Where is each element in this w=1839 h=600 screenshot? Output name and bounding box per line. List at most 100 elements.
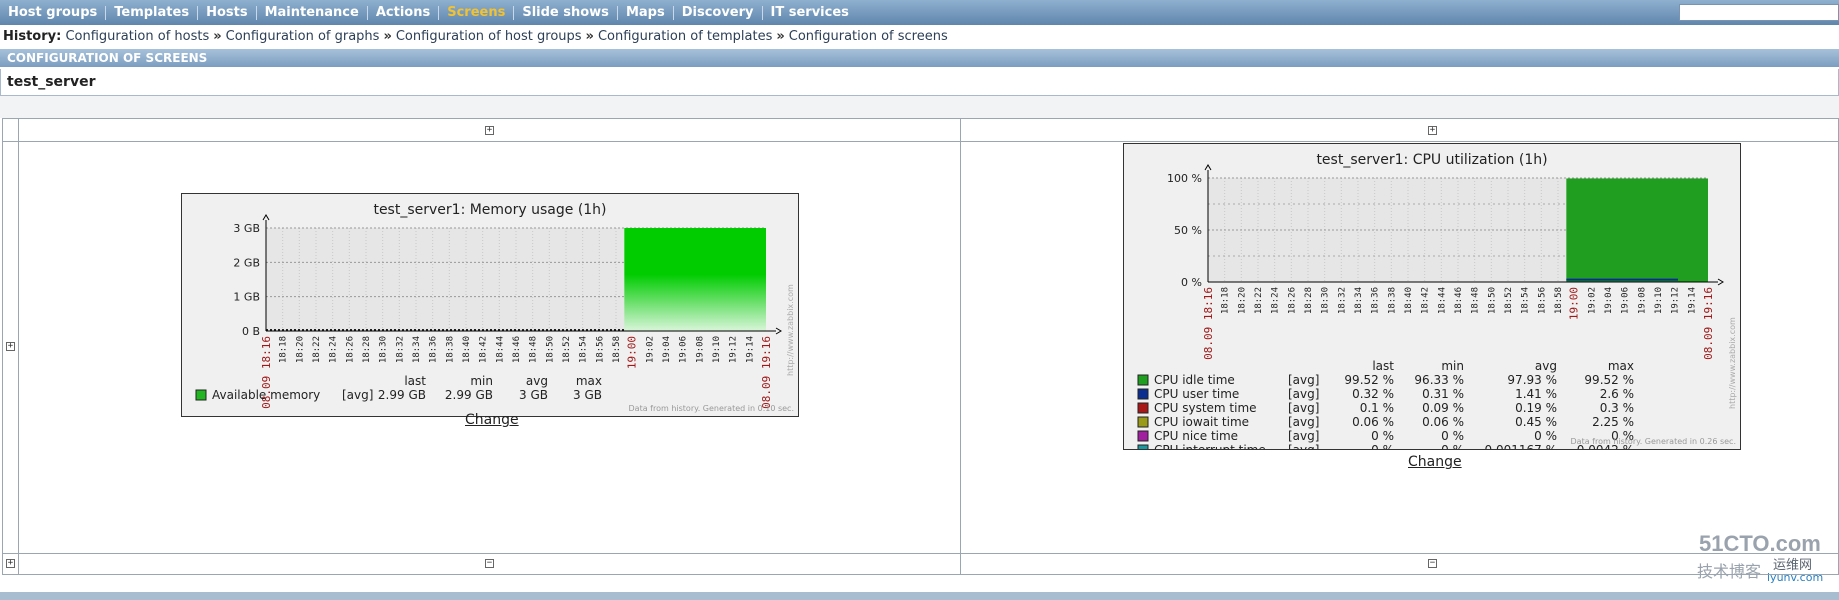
legend-value-max: 2.25 % — [1592, 415, 1634, 429]
legend-column-avg: avg — [1535, 359, 1557, 373]
legend-column-avg: avg — [526, 374, 548, 388]
nav-item-discovery[interactable]: Discovery — [674, 0, 762, 25]
time-tick-label: 18:36 — [429, 336, 439, 363]
legend-value-last: 99.52 % — [1344, 373, 1394, 387]
nav-item-slide-shows[interactable]: Slide shows — [514, 0, 617, 25]
grid-divider — [960, 119, 961, 574]
end-time-label: 08.09 19:16 — [1702, 287, 1715, 360]
legend-column-min: min — [1441, 359, 1464, 373]
watermark-line4: iyunv.com — [1767, 571, 1823, 584]
search-input[interactable] — [1679, 4, 1839, 21]
legend-value-last: 0.1 % — [1360, 401, 1394, 415]
time-tick-label: 18:26 — [1287, 287, 1297, 314]
legend-column-max: max — [1608, 359, 1634, 373]
time-tick-label: 19:02 — [1587, 287, 1597, 314]
legend-value-avg: 0.001167 % — [1485, 443, 1557, 449]
screen-grid: + + + + − − test_server1: Memory usage (… — [2, 118, 1839, 575]
time-tick-label: 18:48 — [529, 336, 539, 363]
change-memory-graph-link[interactable]: Change — [465, 412, 519, 428]
legend-value-min: 0.31 % — [1422, 387, 1464, 401]
y-tick-label: 2 GB — [233, 256, 260, 269]
data-area-cpu-idle-time — [1566, 178, 1708, 282]
time-tick-label: 18:32 — [395, 336, 405, 363]
time-tick-label: 18:52 — [1504, 287, 1514, 314]
add-row-button[interactable]: + — [6, 342, 15, 351]
legend-value-min: 96.33 % — [1414, 373, 1464, 387]
end-time-label: 08.09 19:16 — [760, 336, 773, 409]
legend-value-avg: 97.93 % — [1507, 373, 1557, 387]
add-row-bottom-button[interactable]: + — [6, 559, 15, 568]
site-watermark: 51CTO.com 技术博客 运维网 iyunv.com — [1697, 531, 1823, 584]
time-tick-label: 18:30 — [379, 336, 389, 363]
time-tick-label: 19:00 — [626, 336, 639, 369]
history-breadcrumb: History: Configuration of hosts» Configur… — [0, 27, 1839, 47]
x-axis-arrow — [775, 327, 782, 335]
legend-item-name: Available memory — [212, 388, 320, 402]
legend-item-name: CPU nice time — [1154, 429, 1238, 443]
time-tick-label: 18:42 — [1421, 287, 1431, 314]
graph-footer: Data from history. Generated in 0.10 sec… — [629, 404, 794, 413]
nav-item-it-services[interactable]: IT services — [763, 0, 857, 25]
grid-divider — [3, 141, 1838, 142]
history-link[interactable]: Configuration of hosts — [65, 29, 209, 44]
nav-item-screens[interactable]: Screens — [439, 0, 513, 25]
time-tick-label: 19:02 — [645, 336, 655, 363]
nav-item-maps[interactable]: Maps — [618, 0, 673, 25]
legend-swatch — [195, 389, 207, 401]
legend-value-avg: 0.45 % — [1515, 415, 1557, 429]
nav-item-templates[interactable]: Templates — [106, 0, 197, 25]
legend-value-min: 0 % — [1441, 443, 1464, 449]
add-column-left-button[interactable]: + — [485, 126, 494, 135]
history-link[interactable]: Configuration of screens — [789, 29, 948, 44]
section-header: CONFIGURATION OF SCREENS — [0, 49, 1839, 67]
time-tick-label: 18:44 — [495, 336, 505, 363]
time-tick-label: 19:10 — [712, 336, 722, 363]
legend-value-max: 99.52 % — [1584, 373, 1634, 387]
time-tick-label: 18:24 — [1271, 287, 1281, 314]
time-tick-label: 18:32 — [1337, 287, 1347, 314]
x-axis-arrow — [1717, 278, 1724, 286]
time-tick-label: 19:14 — [1687, 287, 1697, 314]
time-tick-label: 18:58 — [612, 336, 622, 363]
nav-item-hosts[interactable]: Hosts — [198, 0, 256, 25]
watermark-line2: 技术博客 — [1697, 562, 1761, 581]
history-link[interactable]: Configuration of templates — [598, 29, 772, 44]
nav-item-maintenance[interactable]: Maintenance — [257, 0, 367, 25]
history-link[interactable]: Configuration of graphs — [226, 29, 380, 44]
time-tick-label: 18:38 — [1387, 287, 1397, 314]
y-tick-label: 3 GB — [233, 222, 260, 235]
history-label: History: — [3, 29, 62, 44]
spacer-band — [0, 96, 1839, 118]
legend-value-last: 0.06 % — [1352, 415, 1394, 429]
legend-item-func: [avg] — [342, 388, 373, 402]
legend-column-last: last — [1372, 359, 1394, 373]
nav-item-actions[interactable]: Actions — [368, 0, 438, 25]
watermark-line1: 51CTO.com — [1699, 531, 1821, 556]
time-tick-label: 18:50 — [545, 336, 555, 363]
remove-column-left-button[interactable]: − — [485, 559, 494, 568]
time-tick-label: 18:58 — [1554, 287, 1564, 314]
time-tick-label: 19:04 — [662, 336, 672, 363]
time-tick-label: 19:12 — [729, 336, 739, 363]
time-tick-label: 18:46 — [512, 336, 522, 363]
time-tick-label: 18:56 — [1537, 287, 1547, 314]
cpu-utilization-graph[interactable]: test_server1: CPU utilization (1h) 100 % 5… — [1123, 143, 1741, 485]
legend-item-name: CPU idle time — [1154, 373, 1235, 387]
time-tick-label: 18:54 — [1521, 287, 1531, 314]
add-column-right-button[interactable]: + — [1428, 126, 1437, 135]
screen-name: test_server — [0, 69, 1839, 96]
memory-usage-graph[interactable]: test_server1: Memory usage (1h) 3 GB 2 GB 1… — [181, 193, 799, 417]
time-tick-label: 18:48 — [1471, 287, 1481, 314]
time-tick-label: 18:18 — [279, 336, 289, 363]
legend-column-max: max — [576, 374, 602, 388]
nav-item-host-groups[interactable]: Host groups — [0, 0, 105, 25]
y-tick-label: 0 % — [1181, 276, 1202, 289]
time-tick-label: 18:22 — [1254, 287, 1264, 314]
history-link[interactable]: Configuration of host groups — [396, 29, 582, 44]
time-tick-label: 18:36 — [1371, 287, 1381, 314]
change-cpu-graph-link[interactable]: Change — [1408, 454, 1462, 470]
time-tick-label: 18:40 — [1404, 287, 1414, 314]
chart-title: test_server1: Memory usage (1h) — [373, 202, 606, 218]
y-tick-label: 50 % — [1174, 224, 1202, 237]
remove-column-right-button[interactable]: − — [1428, 559, 1437, 568]
